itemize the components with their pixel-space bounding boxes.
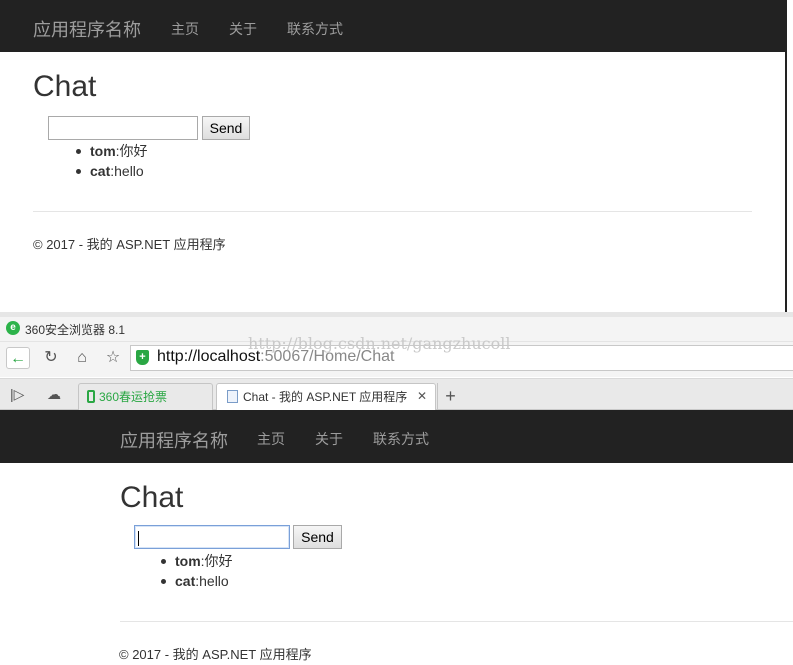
phone-icon [87,390,95,403]
tab-close-icon[interactable]: ✕ [417,389,427,403]
page-title: Chat [33,70,97,103]
footer: © 2017 - 我的 ASP.NET 应用程序 [33,237,226,252]
message-text: :hello [110,163,144,179]
browser-title: 360安全浏览器 8.1 [25,323,126,337]
navbar-brand[interactable]: 应用程序名称 [33,16,141,42]
screenshot-root: 应用程序名称 主页 关于 联系方式 Chat Send tom:你好 cat:h… [0,0,793,665]
message-item: cat:hello [76,161,148,181]
footer: © 2017 - 我的 ASP.NET 应用程序 [119,647,312,662]
message-text: :hello [195,573,229,589]
send-button[interactable]: Send [202,116,250,140]
message-user: tom [175,553,201,569]
message-user: cat [175,573,196,589]
back-arrow-icon[interactable]: ← [6,347,30,369]
nav-link-contact[interactable]: 联系方式 [373,429,429,449]
url-host: http://localhost [157,348,261,365]
footer-divider [33,211,752,212]
message-list: tom:你好 cat:hello [76,141,148,181]
navbar-brand[interactable]: 应用程序名称 [120,427,228,453]
tab-label: 360春运抢票 [99,390,168,404]
nav-link-about[interactable]: 关于 [315,429,343,449]
page-title: Chat [120,481,184,514]
message-user: cat [90,163,111,179]
star-icon[interactable]: ☆ [101,347,125,369]
text-caret [138,531,139,546]
nav-link-contact[interactable]: 联系方式 [287,19,343,39]
message-text: :你好 [115,143,148,159]
tab-360-ticket[interactable]: 360春运抢票 [78,383,213,410]
message-list: tom:你好 cat:hello [161,551,233,591]
watermark: http://blog.csdn.net/gangzhucoll [248,334,511,353]
message-input[interactable] [48,116,198,140]
home-icon[interactable]: ⌂ [70,347,94,369]
message-input[interactable] [134,525,290,549]
page-icon [227,390,238,403]
send-button[interactable]: Send [293,525,342,549]
message-item: tom:你好 [161,551,233,571]
nav-link-about[interactable]: 关于 [229,19,257,39]
reload-icon[interactable]: ↻ [39,347,63,369]
top-navbar: 应用程序名称 主页 关于 联系方式 [0,0,785,52]
footer-divider [120,621,793,622]
cloud-icon[interactable]: ☁ [47,386,61,403]
tab-chat[interactable]: Chat - 我的 ASP.NET 应用程序 [216,383,436,410]
shield-icon[interactable]: + [136,350,149,365]
message-text: :你好 [200,553,233,569]
message-item: cat:hello [161,571,233,591]
browser-logo-icon: e [6,321,20,335]
page-navbar: 应用程序名称 主页 关于 联系方式 [0,410,793,463]
tab-label: Chat - 我的 ASP.NET 应用程序 [243,390,408,404]
new-tab-icon[interactable]: + [437,383,463,410]
top-window: 应用程序名称 主页 关于 联系方式 Chat Send tom:你好 cat:h… [0,0,787,315]
sidebar-toggle-icon[interactable]: |▷ [10,386,24,403]
nav-link-home[interactable]: 主页 [171,19,199,39]
nav-link-home[interactable]: 主页 [257,429,285,449]
message-item: tom:你好 [76,141,148,161]
message-user: tom [90,143,116,159]
